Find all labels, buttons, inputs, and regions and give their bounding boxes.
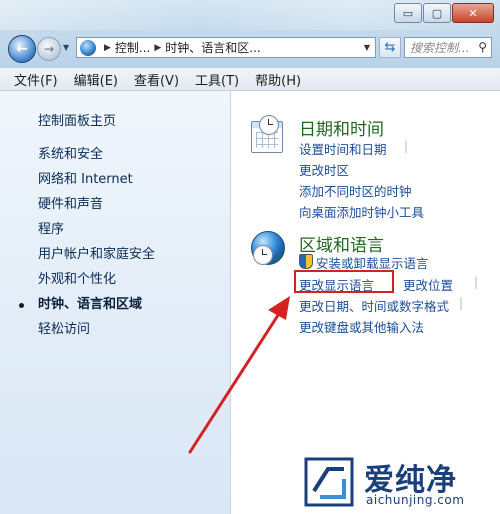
forward-button[interactable]: →: [37, 37, 61, 61]
breadcrumb-control-panel[interactable]: 控制...: [115, 39, 150, 56]
link-change-timezone[interactable]: 更改时区: [299, 160, 349, 179]
control-panel-icon: [80, 39, 96, 56]
navigation-bar: ← → ▼ ▶ 控制... ▶ 时钟、语言和区... ▼ ⇆ 搜索控制... ⚲: [8, 33, 492, 63]
back-arrow-icon: ←: [16, 41, 28, 57]
link-add-clock-gadget[interactable]: 向桌面添加时钟小工具: [299, 202, 424, 221]
address-bar[interactable]: ▶ 控制... ▶ 时钟、语言和区... ▼: [76, 37, 376, 58]
close-button[interactable]: ✕: [452, 3, 494, 23]
menu-edit[interactable]: 编辑(E): [66, 70, 126, 89]
refresh-icon: ⇆: [384, 40, 396, 55]
sidebar: 控制面板主页 系统和安全 网络和 Internet 硬件和声音 程序 用户帐户和…: [0, 91, 231, 514]
breadcrumb-chevron-icon[interactable]: ▶: [154, 43, 161, 53]
menu-file[interactable]: 文件(F): [0, 70, 66, 89]
uac-shield-icon: [299, 254, 313, 269]
link-add-clocks[interactable]: 添加不同时区的时钟: [299, 181, 412, 200]
clock-icon: [253, 245, 273, 265]
main-content: 日期和时间 设置时间和日期 | 更改时区 添加不同时区的时钟 向桌面添加时钟小工…: [231, 91, 500, 514]
minimize-button[interactable]: ▭: [394, 3, 422, 23]
link-separator: |: [404, 139, 409, 153]
menu-bar: 文件(F) 编辑(E) 查看(V) 工具(T) 帮助(H): [0, 68, 500, 91]
link-set-time-date[interactable]: 设置时间和日期: [299, 139, 387, 158]
sidebar-item-appearance[interactable]: 外观和个性化: [38, 271, 155, 296]
back-button[interactable]: ←: [8, 35, 36, 63]
window-titlebar: ▭ ▢ ✕ ← → ▼ ▶ 控制... ▶ 时钟、语言和区... ▼ ⇆ 搜索控…: [0, 0, 500, 68]
breadcrumb-clock-language-region[interactable]: 时钟、语言和区...: [165, 39, 260, 56]
link-separator: |: [459, 296, 464, 310]
refresh-button[interactable]: ⇆: [379, 37, 401, 58]
menu-view[interactable]: 查看(V): [126, 70, 187, 89]
search-placeholder: 搜索控制...: [410, 41, 470, 55]
link-change-location[interactable]: 更改位置: [403, 275, 453, 294]
link-change-formats[interactable]: 更改日期、时间或数字格式: [299, 296, 449, 315]
watermark: 爱纯净 aichunjing.com: [302, 455, 500, 514]
window-controls: ▭ ▢ ✕: [394, 3, 494, 23]
sidebar-item-network-internet[interactable]: 网络和 Internet: [38, 171, 155, 196]
category-title-date-time[interactable]: 日期和时间: [299, 115, 384, 140]
menu-tools[interactable]: 工具(T): [187, 70, 247, 89]
sidebar-item-hardware-sound[interactable]: 硬件和声音: [38, 196, 155, 221]
sidebar-item-programs[interactable]: 程序: [38, 221, 155, 246]
forward-arrow-icon: →: [43, 42, 55, 56]
address-dropdown-icon[interactable]: ▼: [364, 43, 370, 52]
recent-pages-dropdown[interactable]: ▼: [63, 43, 69, 52]
sidebar-item-ease-of-access[interactable]: 轻松访问: [38, 321, 155, 346]
breadcrumb-chevron-icon[interactable]: ▶: [104, 43, 111, 53]
clock-icon: [259, 115, 279, 135]
maximize-button[interactable]: ▢: [423, 3, 451, 23]
sidebar-item-clock-language-region[interactable]: 时钟、语言和区域: [18, 296, 155, 321]
link-separator: |: [474, 275, 479, 289]
menu-help[interactable]: 帮助(H): [247, 70, 309, 89]
sidebar-item-user-accounts[interactable]: 用户帐户和家庭安全: [38, 246, 155, 271]
sidebar-category-list: 系统和安全 网络和 Internet 硬件和声音 程序 用户帐户和家庭安全 外观…: [18, 146, 155, 346]
search-input[interactable]: 搜索控制... ⚲: [404, 37, 492, 58]
search-icon[interactable]: ⚲: [478, 40, 487, 54]
highlight-box: [294, 270, 394, 293]
sidebar-item-system-security[interactable]: 系统和安全: [38, 146, 155, 171]
sidebar-home-link[interactable]: 控制面板主页: [38, 110, 116, 129]
watermark-url: aichunjing.com: [366, 493, 465, 507]
link-change-keyboards[interactable]: 更改键盘或其他输入法: [299, 317, 424, 336]
watermark-logo-icon: [304, 457, 354, 507]
